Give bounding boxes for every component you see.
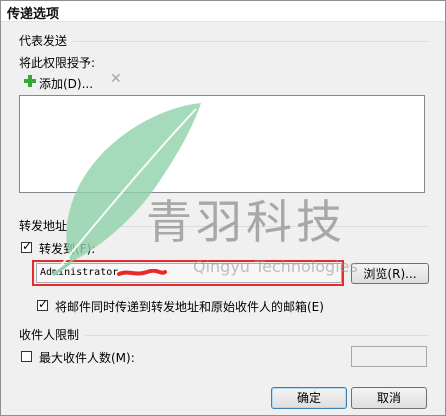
section-divider <box>85 335 429 336</box>
deliver-both-label: 将邮件同时传递到转发地址和原始收件人的邮箱(E) <box>55 300 324 314</box>
section-title-send-on-behalf: 代表发送 <box>19 34 68 48</box>
add-icon <box>24 75 36 87</box>
remove-icon[interactable]: ✕ <box>110 72 122 86</box>
check-icon: ✓ <box>38 297 49 311</box>
watermark-text: 青羽科技 <box>146 195 346 249</box>
browse-button[interactable]: 浏览(R)... <box>351 263 429 284</box>
forward-to-checkbox[interactable]: ✓ <box>21 239 33 253</box>
check-icon: ✓ <box>22 239 33 253</box>
max-recipients-field[interactable] <box>351 346 427 367</box>
window-title: 传递选项 <box>7 7 60 22</box>
watermark-subtext: Qingyu Technologies <box>193 257 358 276</box>
delivery-options-dialog: 传递选项 代表发送 将此权限授予: 添加(D)... ✕ 转发地址 ✓ 转发到(… <box>0 0 446 416</box>
title-bar: 传递选项 <box>1 1 445 22</box>
cancel-button[interactable]: 取消 <box>351 387 427 409</box>
section-divider <box>73 41 429 42</box>
max-recipients-label: 最大收件人数(M): <box>39 351 135 365</box>
grant-permission-label: 将此权限授予: <box>19 56 96 70</box>
max-recipients-checkbox[interactable] <box>21 351 32 362</box>
section-title-recipient-limits: 收件人限制 <box>19 328 80 342</box>
deliver-both-checkbox[interactable]: ✓ <box>37 297 49 311</box>
ok-button[interactable]: 确定 <box>271 387 347 409</box>
add-button[interactable]: 添加(D)... <box>39 75 93 92</box>
